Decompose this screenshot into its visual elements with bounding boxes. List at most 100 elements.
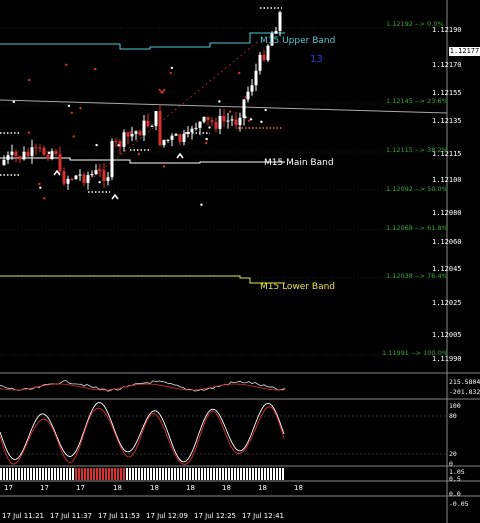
signal-bar: [267, 468, 269, 480]
candle-body: [142, 120, 146, 136]
signal-bar: [111, 468, 113, 480]
candle-body: [242, 99, 246, 118]
day-label: 17: [76, 484, 85, 492]
signal-bar: [75, 468, 77, 480]
candle-body: [6, 155, 10, 160]
candle-body: [174, 134, 178, 136]
signal-bar: [207, 468, 209, 480]
candle-body: [246, 91, 250, 100]
time-label: 17 Jul 12:25: [194, 512, 236, 520]
price-pane[interactable]: [0, 0, 480, 523]
signal-bar: [66, 468, 68, 480]
chart-window[interactable]: 1.12190 1.12177 1.12170 1.12155 1.12135 …: [0, 0, 480, 523]
signal-bar: [147, 468, 149, 480]
signal-bar: [144, 468, 146, 480]
fractal-dot: [67, 104, 71, 108]
signal-bar: [210, 468, 212, 480]
signal-bar: [159, 468, 161, 480]
time-label: 17 Jul 11:21: [2, 512, 44, 520]
fractal-dot: [238, 71, 241, 75]
signal-bar: [216, 468, 218, 480]
candle-body: [34, 147, 38, 149]
signal-bar: [231, 468, 233, 480]
signal-bar: [9, 468, 11, 480]
candle-body: [234, 119, 238, 125]
day-label: 18: [294, 484, 303, 492]
price-tick: 1.12005: [432, 331, 462, 339]
signal-bar: [36, 468, 38, 480]
candle-body: [78, 174, 82, 176]
fractal-dot: [43, 197, 46, 200]
signal-bar: [6, 468, 8, 480]
signal-bar: [273, 468, 275, 480]
signal-bar: [45, 468, 47, 480]
fractal-dot: [200, 203, 203, 206]
fractal-dot: [72, 135, 75, 138]
stoch-signal-line: [0, 406, 285, 465]
signal-bar: [27, 468, 29, 480]
fractal-dot: [129, 131, 133, 134]
signal-bar: [279, 468, 281, 480]
signal-bar: [63, 468, 65, 480]
fractal-dot: [94, 67, 97, 71]
candle-body: [202, 116, 206, 122]
candle-body: [162, 139, 166, 146]
candle-body: [102, 170, 106, 182]
signal-bar: [213, 468, 215, 480]
lower-band-line: [0, 275, 285, 284]
signal-bar: [102, 468, 104, 480]
candle-body: [106, 177, 110, 182]
upper-band-label: M15 Upper Band: [260, 36, 336, 46]
upper-band-line: [0, 32, 285, 50]
candle-body: [150, 125, 154, 127]
main-band-line: [0, 157, 285, 164]
candle-body: [114, 140, 118, 142]
indicator2-tick: 80: [449, 412, 457, 420]
candle-body: [278, 12, 282, 31]
candle-body: [38, 147, 42, 149]
candle-body: [206, 116, 210, 121]
candle-body: [2, 159, 6, 165]
signal-bar: [87, 468, 89, 480]
signal-bar: [192, 468, 194, 480]
signal-bar: [228, 468, 230, 480]
lower-band-label: M15 Lower Band: [260, 282, 336, 292]
signal-bar: [120, 468, 122, 480]
day-label: 17: [40, 484, 49, 492]
signal-bar: [282, 468, 284, 480]
signal-bar: [114, 468, 116, 480]
candle-body: [26, 151, 30, 157]
fractal-dot: [95, 143, 98, 147]
signal-bar: [18, 468, 20, 480]
signal-bar: [261, 468, 263, 480]
candle-body: [218, 115, 222, 129]
signal-bar: [48, 468, 50, 480]
price-tick: 1.12080: [432, 209, 462, 217]
signal-bar: [129, 468, 131, 480]
fractal-dot: [218, 100, 221, 103]
candle-body: [154, 111, 158, 126]
signal-bar: [150, 468, 152, 480]
fractal-dot: [260, 120, 263, 124]
fractal-dot: [162, 165, 166, 168]
candle-body: [14, 151, 18, 157]
fib-level-label: 1.12092 --> 50.0%: [386, 185, 448, 193]
signal-bar: [69, 468, 71, 480]
candle-body: [82, 174, 86, 183]
candle-body: [122, 132, 126, 147]
buy-arrow-icon: [111, 193, 119, 200]
candle-body: [22, 151, 26, 160]
signal-bar: [246, 468, 248, 480]
day-label: 18: [186, 484, 195, 492]
candle-body: [238, 117, 242, 125]
candle-body: [210, 120, 214, 122]
candle-body: [178, 134, 182, 142]
candle-body: [90, 174, 94, 176]
price-tick: 1.12100: [432, 176, 462, 184]
fractal-dot: [205, 141, 208, 145]
signal-bar: [126, 468, 128, 480]
signal-bar: [15, 468, 17, 480]
fib-level-label: 1.12192 --> 0.0%: [386, 20, 444, 28]
fractal-dot: [264, 108, 267, 112]
fractal-dot: [117, 144, 120, 147]
